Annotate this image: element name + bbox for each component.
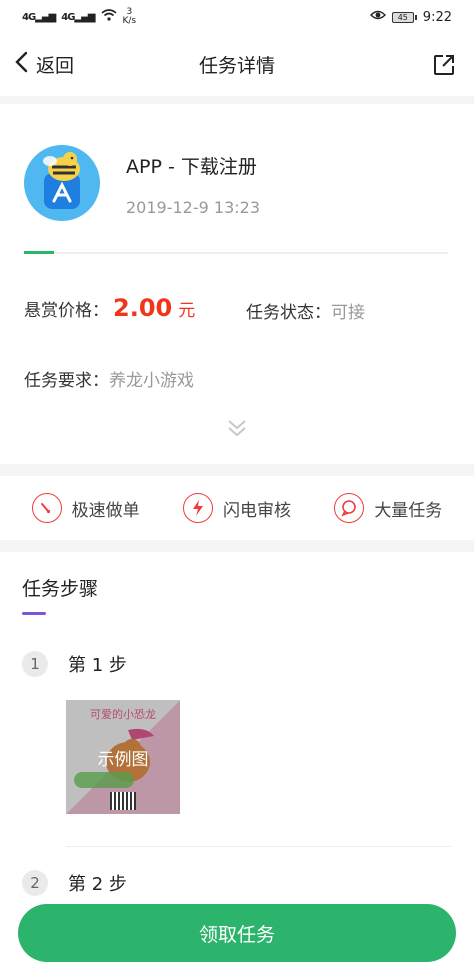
app-icon <box>24 145 100 221</box>
price-value: 2.00 <box>113 294 173 322</box>
feature-review: 闪电审核 <box>182 493 291 523</box>
requirement-row: 任务要求： 养龙小游戏 <box>24 366 194 391</box>
status-row: 任务状态：可接 <box>246 298 365 323</box>
step-2-header: 2 第 2 步 <box>22 870 127 896</box>
task-info-card: APP - 下载注册 2019-12-9 13:23 悬赏价格： 2.00 元 … <box>0 104 474 464</box>
chat-bubble-icon <box>334 493 365 523</box>
progress-fill <box>24 251 54 254</box>
wifi-icon <box>100 9 117 25</box>
feature-label: 极速做单 <box>71 500 140 521</box>
features-bar: 极速做单 闪电审核 大量任务 <box>0 476 474 540</box>
requirement-value: 养龙小游戏 <box>109 371 194 391</box>
feature-volume: 大量任务 <box>334 493 442 523</box>
net-speed: 3 K/s <box>122 7 137 26</box>
feature-label: 闪电审核 <box>222 500 291 521</box>
qr-code-icon <box>110 792 136 810</box>
progress-bar <box>24 251 448 254</box>
section-underline <box>22 612 46 615</box>
step-1-header: 1 第 1 步 <box>22 651 127 677</box>
claim-task-button[interactable]: 领取任务 <box>18 904 456 962</box>
clock: 9:22 <box>422 9 452 25</box>
battery-level: 45 <box>391 11 414 23</box>
share-button[interactable] <box>432 53 456 81</box>
step-label: 第 1 步 <box>68 655 127 676</box>
price-row: 悬赏价格： 2.00 元 <box>24 294 195 322</box>
nav-bar: 返回 任务详情 <box>0 34 474 96</box>
feature-label: 大量任务 <box>374 500 443 521</box>
back-button[interactable]: 返回 <box>14 51 74 78</box>
chevron-double-down-icon <box>226 420 248 442</box>
battery-icon: 45 <box>391 11 417 23</box>
task-name: APP - 下载注册 <box>126 156 257 178</box>
price-label: 悬赏价格： <box>24 301 109 321</box>
feature-fast: 极速做单 <box>31 493 140 523</box>
status-value: 可接 <box>331 303 365 323</box>
signal-icon-2: 4G▂▄▆ <box>61 11 95 23</box>
speedometer-icon <box>31 493 62 523</box>
divider <box>66 846 452 847</box>
step-number: 1 <box>22 651 48 677</box>
step-label: 第 2 步 <box>68 874 127 895</box>
step-number: 2 <box>22 870 48 896</box>
back-label: 返回 <box>36 55 75 77</box>
status-label: 任务状态： <box>246 303 331 323</box>
section-title: 任务步骤 <box>22 578 99 600</box>
signal-icon: 4G▂▄▆ <box>22 11 56 23</box>
requirement-label: 任务要求： <box>24 371 109 391</box>
status-left: 4G▂▄▆ 4G▂▄▆ 3 K/s <box>22 8 136 26</box>
chevron-left-icon <box>14 51 28 78</box>
example-image[interactable]: 可爱的小恐龙 示例图 <box>66 700 180 814</box>
lightning-icon <box>182 493 213 523</box>
share-icon <box>432 55 456 81</box>
expand-button[interactable] <box>226 418 248 442</box>
price-unit: 元 <box>178 301 196 321</box>
task-date: 2019-12-9 13:23 <box>126 198 260 217</box>
eye-icon <box>369 9 386 25</box>
status-right: 45 9:22 <box>369 9 452 25</box>
status-bar: 4G▂▄▆ 4G▂▄▆ 3 K/s 45 9:22 <box>0 0 474 34</box>
